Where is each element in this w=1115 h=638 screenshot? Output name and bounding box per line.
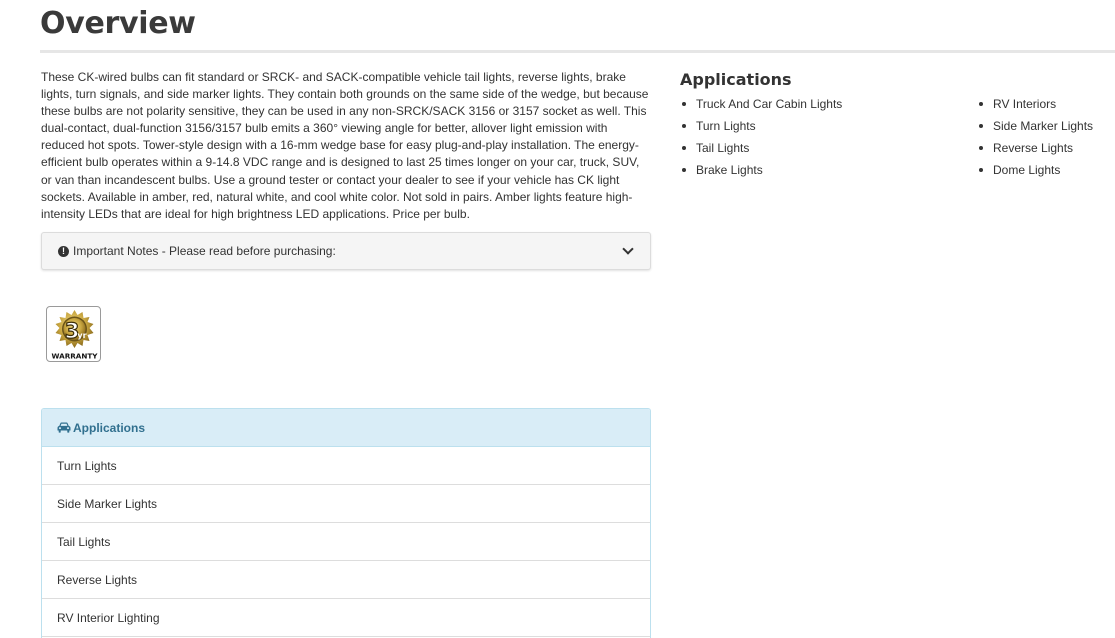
application-label: Turn Lights	[57, 458, 117, 473]
warranty-badge: 3 yr WARRANTY	[46, 306, 101, 362]
list-item: Reverse Lights	[42, 561, 650, 599]
chevron-down-icon[interactable]	[622, 243, 634, 255]
application-label: Side Marker Lights	[57, 496, 158, 511]
list-item: Turn Lights	[42, 447, 650, 485]
important-notes-toggle[interactable]: ! Important Notes - Please read before p…	[41, 232, 651, 270]
application-label: Reverse Lights	[57, 572, 138, 587]
list-item: RV Interiors	[977, 97, 1093, 119]
page-title: Overview	[40, 6, 196, 41]
exclamation-circle-icon: !	[58, 245, 69, 257]
list-item: RV Interior Lighting	[42, 599, 650, 637]
applications-panel-heading: Applications	[42, 409, 650, 447]
warranty-seal-icon: 3 yr WARRANTY	[50, 310, 99, 361]
list-item: Side Marker Lights	[42, 485, 650, 523]
list-item: Dome Lights	[977, 163, 1093, 185]
list-item: Reverse Lights	[977, 141, 1093, 163]
warranty-label: WARRANTY	[52, 352, 99, 361]
warranty-unit: yr	[77, 331, 86, 340]
applications-panel-title: Applications	[73, 420, 146, 435]
list-item: Tail Lights	[680, 141, 842, 163]
list-item: Side Marker Lights	[977, 119, 1093, 141]
product-description: These CK-wired bulbs can fit standard or…	[41, 70, 649, 221]
list-item: Brake Lights	[680, 163, 842, 185]
important-notes-label: Important Notes - Please read before pur…	[73, 244, 336, 258]
applications-list-column-1: Truck And Car Cabin Lights Turn Lights T…	[680, 97, 842, 185]
car-icon	[57, 422, 71, 433]
application-label: RV Interior Lighting	[57, 610, 160, 625]
applications-title: Applications	[680, 70, 792, 89]
title-divider	[40, 50, 1115, 53]
list-item: Turn Lights	[680, 119, 842, 141]
applications-panel: Applications Turn Lights Side Marker Lig…	[41, 408, 651, 638]
list-item: Truck And Car Cabin Lights	[680, 97, 842, 119]
list-item: Tail Lights	[42, 523, 650, 561]
application-label: Tail Lights	[57, 534, 111, 549]
applications-list-column-2: RV Interiors Side Marker Lights Reverse …	[977, 97, 1093, 185]
